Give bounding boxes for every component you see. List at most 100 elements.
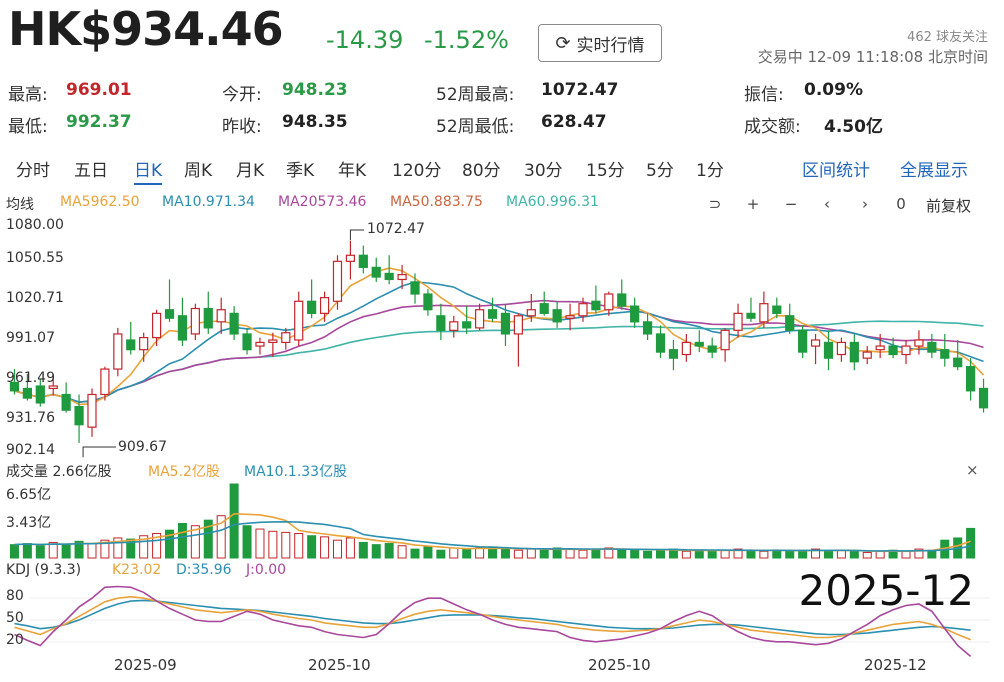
volume-axis-label: 3.43亿	[6, 515, 52, 531]
volume-title: 成交量 2.66亿股	[6, 464, 112, 480]
kdj-axis-label: 80	[6, 588, 24, 604]
volume-bar	[500, 548, 510, 559]
kdj-axis-label: 20	[6, 632, 24, 648]
volume-bar	[772, 549, 782, 559]
volume-bar	[345, 537, 355, 559]
candle-body	[216, 309, 226, 323]
volume-bar	[462, 548, 472, 559]
volume-bar	[681, 550, 691, 559]
candle-body	[655, 333, 666, 353]
candle-body	[914, 339, 924, 347]
candle-body	[332, 260, 343, 302]
candle-body	[139, 336, 149, 351]
candle-body	[513, 315, 523, 335]
volume-bar	[849, 550, 859, 559]
volume-bar	[759, 550, 769, 559]
candle-body	[449, 321, 459, 331]
candle-body	[462, 321, 472, 329]
volume-bar	[384, 543, 394, 559]
volume-bar	[410, 548, 420, 559]
candle-body	[565, 315, 575, 319]
volume-bar	[591, 548, 601, 559]
volume-bar	[281, 531, 291, 559]
kdj-axis-label: 50	[6, 610, 24, 626]
volume-bar	[242, 525, 252, 559]
volume-bar	[578, 549, 588, 559]
volume-bar	[643, 550, 653, 559]
candle-body	[849, 341, 859, 363]
volume-bar	[836, 549, 846, 559]
volume-bar	[746, 549, 756, 559]
kdj-k-value: K23.02	[112, 562, 162, 578]
candle-body	[668, 349, 679, 359]
candle-body	[384, 272, 394, 281]
candle-body	[203, 307, 213, 329]
volume-bar	[513, 549, 523, 559]
volume-bar	[862, 551, 872, 559]
kdj-d-value: D:35.96	[176, 562, 232, 578]
candle-body	[953, 357, 963, 368]
candle-body	[35, 385, 45, 404]
candle-body	[126, 339, 136, 351]
x-axis-date: 2025-10	[308, 656, 371, 674]
volume-bar	[61, 544, 71, 559]
volume-bar	[35, 545, 45, 559]
candle-body	[100, 368, 110, 396]
candle-body	[927, 341, 937, 353]
candle-body	[810, 339, 821, 347]
volume-bar	[694, 549, 704, 559]
volume-bar	[875, 550, 885, 559]
candle-body	[487, 309, 498, 319]
volume-bar	[449, 547, 459, 559]
volume-bar	[966, 527, 976, 559]
candle-body	[294, 300, 304, 341]
candle-body	[836, 341, 847, 356]
candle-body	[113, 333, 123, 370]
volume-bar	[268, 530, 278, 559]
candle-body	[940, 349, 950, 359]
volume-bar	[229, 483, 239, 559]
x-axis-date: 2025-10	[588, 656, 651, 674]
volume-bar	[475, 547, 485, 559]
volume-bar	[358, 541, 368, 559]
volume-bar	[630, 549, 640, 559]
candle-body	[720, 329, 730, 351]
candle-body	[578, 303, 588, 317]
volume-bar	[436, 549, 446, 559]
volume-ma5: MA5.2亿股	[148, 464, 220, 480]
y-axis-label: 961.49	[6, 370, 55, 386]
volume-bar	[785, 550, 795, 559]
y-axis-label: 931.76	[6, 410, 55, 426]
candle-body	[823, 341, 834, 359]
volume-bar	[617, 548, 627, 559]
candle-body	[423, 293, 433, 311]
candle-body	[630, 305, 640, 323]
candle-body	[746, 312, 756, 319]
candle-body	[371, 266, 381, 278]
candle-body	[242, 333, 252, 351]
candle-body	[966, 366, 976, 392]
candle-body	[733, 312, 743, 331]
candle-body	[591, 300, 601, 311]
candle-body	[785, 315, 795, 331]
candle-body	[901, 345, 911, 356]
volume-bar	[294, 533, 304, 559]
candle-body	[177, 315, 188, 341]
candle-body	[875, 345, 885, 351]
candle-body	[436, 315, 446, 331]
volume-bar	[707, 550, 717, 559]
candle-body	[151, 312, 162, 339]
candle-body	[759, 303, 769, 323]
candle-body	[397, 274, 407, 281]
close-icon[interactable]: ×	[966, 461, 979, 479]
candle-body	[410, 281, 420, 295]
volume-ma10: MA10.1.33亿股	[244, 464, 348, 480]
volume-bar	[87, 543, 97, 559]
candle-body	[552, 309, 562, 323]
volume-bar	[397, 545, 407, 559]
candle-body	[694, 341, 704, 347]
candle-body	[642, 321, 653, 335]
volume-axis-label: 6.65亿	[6, 487, 52, 503]
candle-body	[604, 293, 614, 311]
volume-bar	[332, 539, 342, 559]
